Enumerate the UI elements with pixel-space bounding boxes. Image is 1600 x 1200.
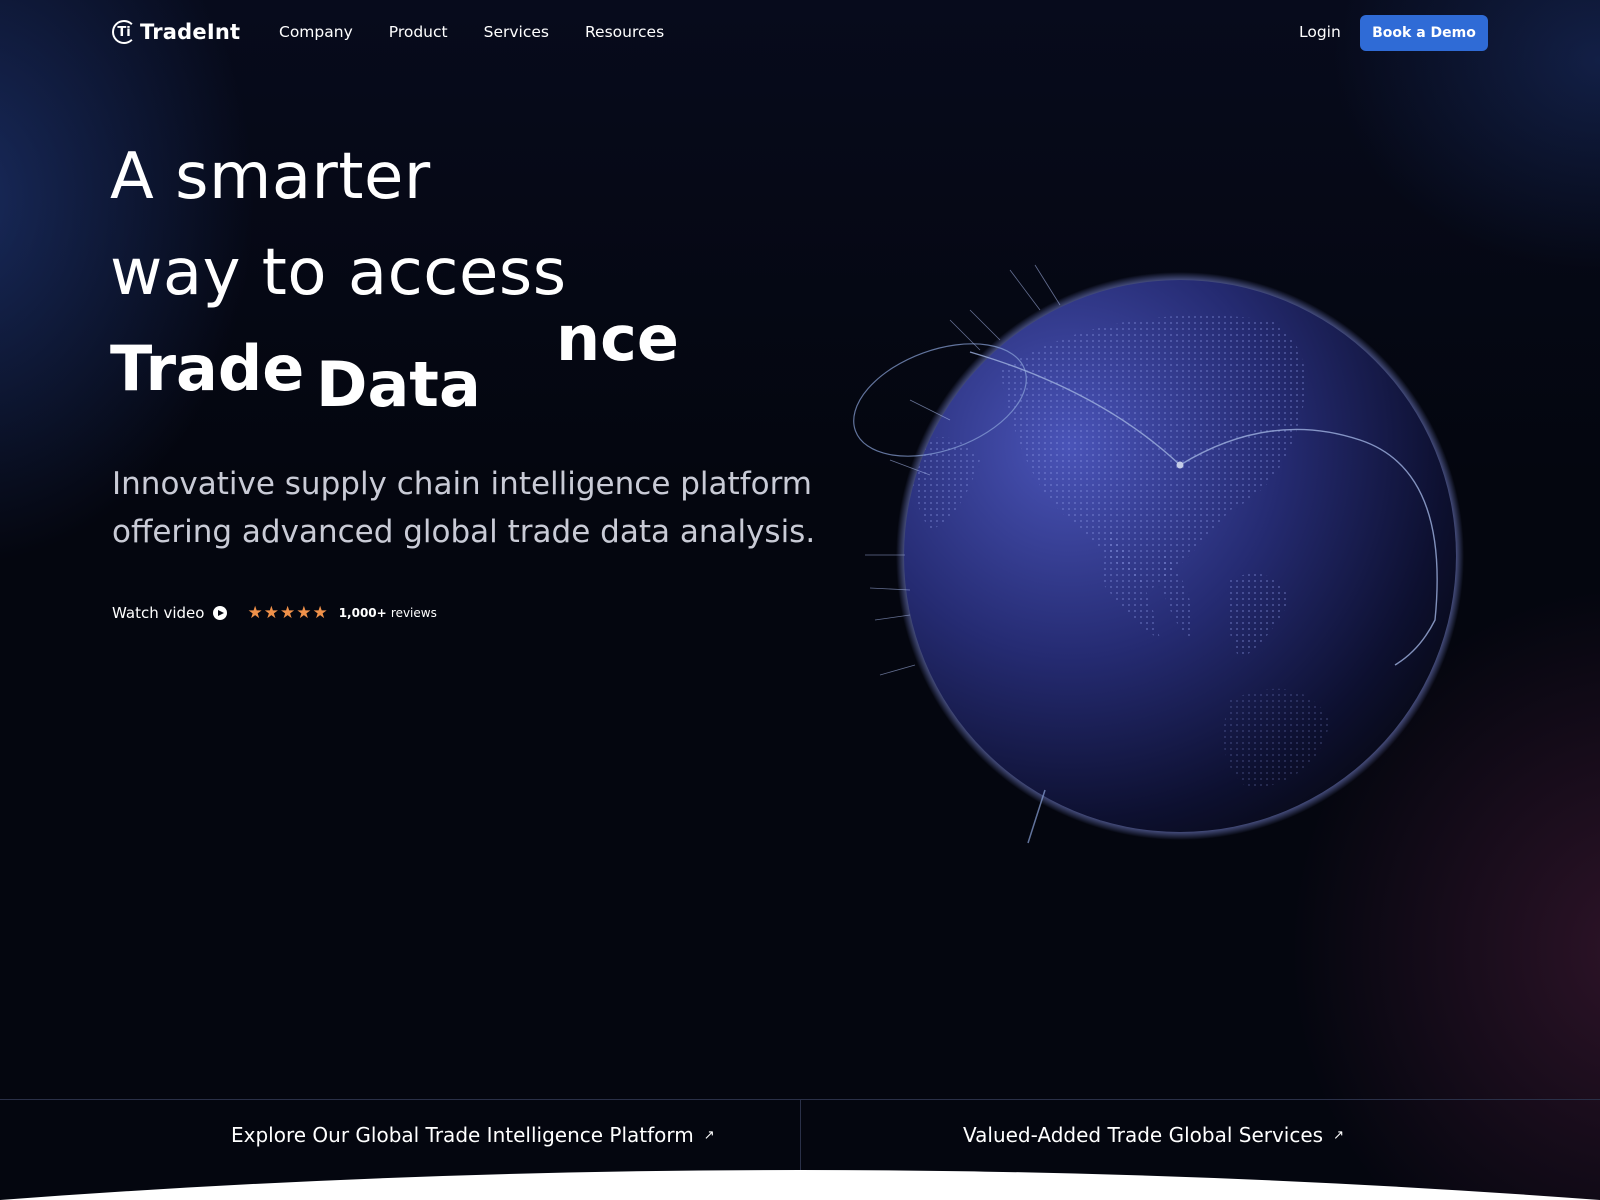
watch-video-link[interactable]: Watch video <box>112 604 228 622</box>
section-curve-divider <box>0 1170 1600 1200</box>
reviews-count: 1,000+ reviews <box>339 606 437 620</box>
hero-subtitle: Innovative supply chain intelligence pla… <box>112 466 816 550</box>
logo-mark-icon: Ti <box>112 20 136 44</box>
arrow-up-right-icon: ↗ <box>703 1127 715 1143</box>
play-circle-icon <box>213 606 228 620</box>
nav-services[interactable]: Services <box>484 23 549 41</box>
star-icon: ★ <box>279 602 296 623</box>
star-icon: ★ <box>296 602 312 623</box>
watch-video-label: Watch video <box>112 604 205 622</box>
globe-illustration <box>853 264 1464 844</box>
nav-company[interactable]: Company <box>279 23 353 41</box>
star-icon: ★ <box>312 602 328 623</box>
brand-name: TradeInt <box>140 20 241 44</box>
login-link[interactable]: Login <box>1299 23 1341 41</box>
star-icon: ★ <box>247 602 263 623</box>
global-services-label: Valued-Added Trade Global Services <box>963 1123 1324 1147</box>
book-demo-button[interactable]: Book a Demo <box>1360 15 1488 51</box>
rating-stars: ★ ★ ★ ★ ★ <box>247 602 328 623</box>
rotating-word-trade: Trade <box>110 332 305 405</box>
explore-platform-label: Explore Our Global Trade Intelligence Pl… <box>231 1123 694 1147</box>
rotating-word-data: Data <box>316 348 481 420</box>
global-services-link[interactable]: Valued-Added Trade Global Services ↗ <box>963 1123 1344 1147</box>
reviews-number: 1,000+ <box>338 606 387 620</box>
trade-route-node <box>1176 461 1184 469</box>
nav-product[interactable]: Product <box>389 23 448 41</box>
top-navigation: Ti TradeInt Company Product Services Res… <box>0 0 1600 66</box>
reviews-label: reviews <box>390 606 437 620</box>
main-menu: Company Product Services Resources <box>279 23 664 41</box>
explore-platform-link[interactable]: Explore Our Global Trade Intelligence Pl… <box>231 1123 715 1147</box>
hero-heading-line-2: way to access <box>110 236 567 310</box>
arrow-up-right-icon: ↗ <box>1333 1127 1344 1143</box>
star-icon: ★ <box>263 602 279 623</box>
hero-meta: Watch video ★ ★ ★ ★ ★ 1,000+ reviews <box>112 604 437 622</box>
brand-logo[interactable]: Ti TradeInt <box>112 20 240 44</box>
nav-resources[interactable]: Resources <box>585 23 664 41</box>
hero-heading-line-1: A smarter <box>110 140 431 214</box>
rotating-word-partial: nce <box>556 302 679 375</box>
